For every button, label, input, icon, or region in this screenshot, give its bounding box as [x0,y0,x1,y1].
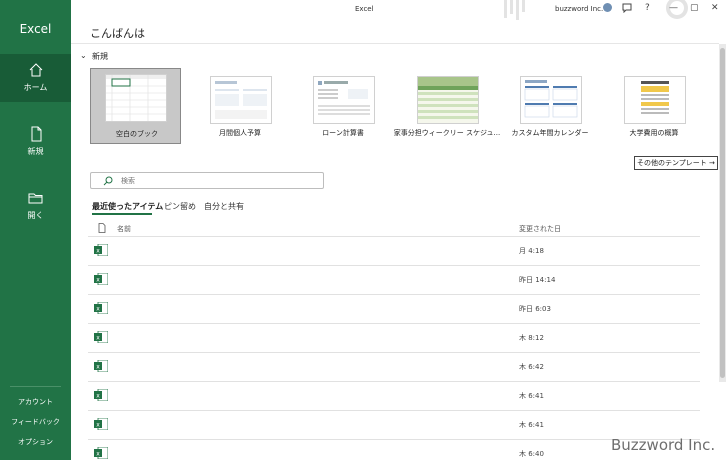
sidebar-item-options[interactable]: オプション [0,437,71,447]
column-header-modified[interactable]: 変更された日 [519,224,561,234]
file-modified: 木 6:40 [519,450,544,458]
file-modified: 昨日 14:14 [519,276,556,284]
folder-icon [28,193,42,204]
svg-text:x: x [96,277,100,284]
template-thumbnail [520,76,582,124]
template-thumbnail [105,74,167,122]
sidebar-item-label: ホーム [23,83,48,92]
restore-button[interactable]: ▢ [690,3,699,13]
search-box[interactable] [90,172,324,189]
template-chore-schedule[interactable]: 家事分担ウィークリー スケジュ... [394,70,500,144]
file-row[interactable]: x 昨日 6:03 [88,294,700,323]
greeting: こんばんは [90,27,145,40]
file-modified: 木 6:41 [519,392,544,400]
sidebar-item-open[interactable]: 開く [0,182,71,230]
file-modified: 木 6:41 [519,421,544,429]
recent-files-list: x 月 4:18 x 昨日 14:14 x 昨日 6:03 x 木 8:12 x… [88,236,700,468]
template-monthly-budget[interactable]: 月間個人予算 [196,70,284,144]
excel-file-icon: x [94,389,108,401]
app-name: Excel [19,22,52,36]
template-blank-workbook[interactable]: 空白のブック [90,68,181,144]
tab-recent[interactable]: 最近使ったアイテム [92,201,163,212]
template-thumbnail [624,76,686,124]
excel-file-icon: x [94,360,108,372]
avatar[interactable] [603,3,612,12]
new-file-icon [31,126,41,142]
sidebar-item-feedback[interactable]: フィードバック [0,417,71,427]
search-icon [103,176,113,186]
sidebar-item-account[interactable]: アカウント [0,397,71,407]
column-header-name[interactable]: 名前 [117,224,131,234]
template-label: 大学費用の概算 [629,129,679,137]
sidebar-item-label: 開く [27,211,44,220]
help-button[interactable]: ? [645,3,650,13]
template-thumbnail [210,76,272,124]
excel-file-icon: x [94,244,108,256]
close-button[interactable]: ✕ [711,3,719,13]
file-modified: 木 6:42 [519,363,544,371]
tab-pinned[interactable]: ピン留め [164,201,196,212]
file-row[interactable]: x 木 6:42 [88,352,700,381]
sidebar-item-label: 新規 [27,147,44,156]
feedback-icon[interactable] [622,3,632,13]
svg-text:x: x [96,364,100,371]
header-divider [71,43,719,44]
sidebar-divider [10,386,61,387]
sidebar-item-new[interactable]: 新規 [0,118,71,166]
template-college-cost[interactable]: 大学費用の概算 [610,70,698,144]
template-loan-calculator[interactable]: ローン計算書 [299,70,387,144]
home-icon [29,63,42,77]
file-type-icon [98,223,106,233]
search-input[interactable] [121,174,311,187]
minimize-button[interactable]: — [669,3,678,13]
file-row[interactable]: x 木 6:41 [88,381,700,410]
backstage-sidebar: Excel ホーム 新規 開く アカウント フィードバック オプション [0,0,71,460]
excel-file-icon: x [94,273,108,285]
excel-file-icon: x [94,331,108,343]
scrollbar-thumb[interactable] [720,48,725,378]
template-thumbnail [417,76,479,124]
more-templates-link[interactable]: その他のテンプレート → [634,156,718,170]
file-modified: 木 8:12 [519,334,544,342]
svg-text:x: x [96,306,100,313]
template-custom-calendar[interactable]: カスタム年間カレンダー [506,70,594,144]
title-banner-decoration [504,0,525,20]
file-row[interactable]: x 月 4:18 [88,236,700,265]
excel-file-icon: x [94,418,108,430]
svg-text:x: x [96,335,100,342]
file-row[interactable]: x 木 6:41 [88,410,700,439]
active-tab-indicator [92,213,152,215]
window-title: Excel [355,5,374,13]
svg-text:x: x [96,248,100,255]
sidebar-item-home[interactable]: ホーム [0,54,71,102]
new-section-label: 新規 [92,52,108,61]
svg-text:x: x [96,451,100,458]
tab-shared[interactable]: 自分と共有 [204,201,244,212]
template-thumbnail [313,76,375,124]
chevron-down-icon[interactable]: ⌄ [80,51,87,60]
file-modified: 昨日 6:03 [519,305,551,313]
svg-text:x: x [96,422,100,429]
file-row[interactable]: x 木 8:12 [88,323,700,352]
file-row[interactable]: x 木 6:40 [88,439,700,468]
excel-file-icon: x [94,447,108,459]
watermark: Buzzword Inc. [611,436,716,454]
file-row[interactable]: x 昨日 14:14 [88,265,700,294]
excel-file-icon: x [94,302,108,314]
file-modified: 月 4:18 [519,247,544,255]
svg-text:x: x [96,393,100,400]
user-name[interactable]: buzzword Inc. [555,5,603,13]
